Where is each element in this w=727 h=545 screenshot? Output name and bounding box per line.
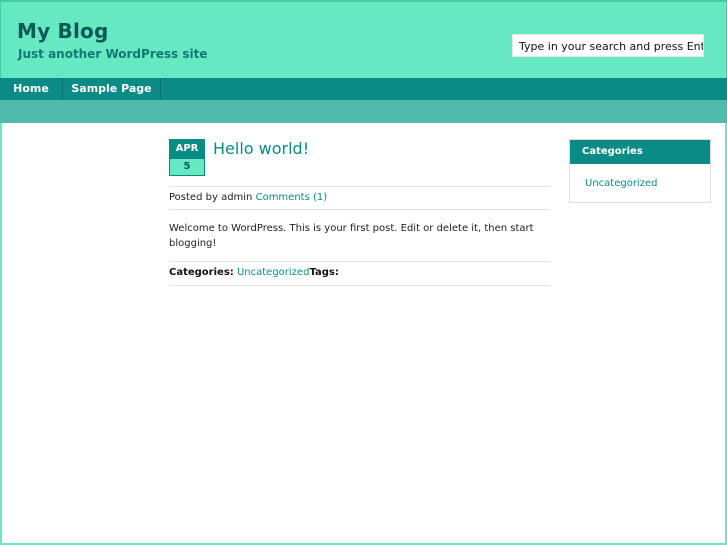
post-author: admin xyxy=(221,192,253,203)
post-content: Welcome to WordPress. This is your first… xyxy=(169,223,534,249)
widget-title: Categories xyxy=(570,140,710,164)
tags-label: Tags: xyxy=(309,267,339,278)
post-body: Posted by admin Comments (1) Welcome to … xyxy=(169,186,550,286)
divider xyxy=(169,285,550,286)
site-description: Just another WordPress site xyxy=(18,47,208,61)
categories-label: Categories: xyxy=(169,267,234,278)
nav-item-home[interactable]: Home xyxy=(0,78,63,100)
comments-link[interactable]: Comments (1) xyxy=(256,192,328,203)
post-date-badge: APR 5 xyxy=(169,139,205,176)
categories-widget: Categories Uncategorized xyxy=(569,139,711,203)
post-taxonomy: Categories: UncategorizedTags: xyxy=(169,262,550,285)
post-date-day: 5 xyxy=(169,159,205,176)
site-header: My Blog Just another WordPress site Type… xyxy=(0,0,727,78)
post-date-month: APR xyxy=(169,139,205,159)
post-title[interactable]: Hello world! xyxy=(213,139,309,158)
site-title[interactable]: My Blog xyxy=(17,19,108,43)
search-input[interactable]: Type in your search and press Enter xyxy=(512,34,704,57)
sub-header-bar xyxy=(0,100,727,123)
posted-by-label: Posted by xyxy=(169,192,218,203)
category-link[interactable]: Uncategorized xyxy=(237,267,309,278)
sidebar-category-link[interactable]: Uncategorized xyxy=(570,164,710,189)
main-nav: Home Sample Page xyxy=(0,78,727,100)
nav-item-sample-page[interactable]: Sample Page xyxy=(63,78,161,100)
post-meta: Posted by admin Comments (1) xyxy=(169,187,550,209)
